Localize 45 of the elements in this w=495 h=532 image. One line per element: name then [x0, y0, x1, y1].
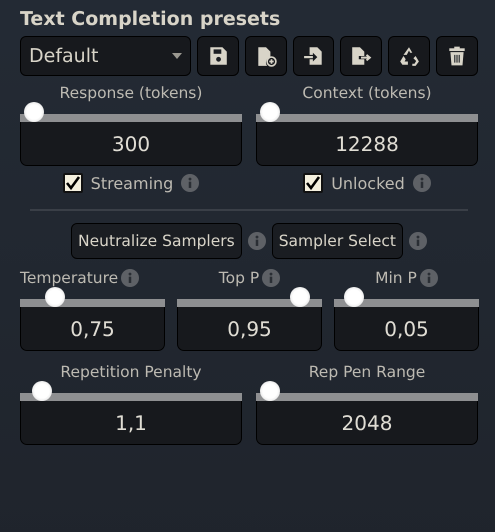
number-field[interactable]: 0,75 — [20, 307, 165, 351]
preset-dropdown[interactable]: Default — [20, 36, 191, 76]
info-icon[interactable] — [408, 232, 427, 250]
info-icon[interactable] — [121, 269, 140, 287]
file-export-button[interactable] — [340, 36, 382, 76]
slider-thumb[interactable] — [344, 287, 364, 307]
trash-button[interactable] — [436, 36, 478, 76]
sampler-button[interactable]: Neutralize Samplers — [71, 223, 242, 259]
slider-label: Top P — [218, 269, 260, 287]
file-plus-button[interactable] — [244, 36, 287, 76]
info-icon[interactable] — [412, 174, 431, 192]
number-field[interactable]: 1,1 — [20, 401, 242, 445]
number-field[interactable]: 300 — [20, 122, 242, 166]
number-field[interactable]: 0,95 — [177, 307, 322, 351]
checkbox[interactable] — [62, 173, 83, 193]
checkbox-label: Unlocked — [331, 174, 405, 192]
slider-thumb[interactable] — [260, 381, 280, 401]
slider-label: Context (tokens) — [302, 84, 432, 102]
number-field[interactable]: 12288 — [256, 122, 478, 166]
caret-icon — [172, 53, 182, 59]
info-icon[interactable] — [181, 174, 200, 192]
slider-thumb[interactable] — [260, 102, 280, 122]
slider-label: Min P — [375, 269, 417, 287]
checkbox[interactable] — [303, 173, 324, 193]
slider-label: Rep Pen Range — [308, 363, 426, 381]
slider-label: Repetition Penalty — [60, 363, 202, 381]
recycle-icon — [398, 45, 420, 67]
slider-label: Response (tokens) — [60, 84, 202, 102]
slider-label: Temperature — [20, 269, 118, 287]
info-icon[interactable] — [248, 232, 266, 250]
panel-title: Text Completion presets — [20, 8, 280, 30]
info-icon[interactable] — [262, 269, 280, 287]
slider-thumb[interactable] — [290, 287, 310, 307]
file-import-button[interactable] — [292, 36, 334, 76]
info-icon[interactable] — [420, 269, 438, 287]
sampler-button[interactable]: Sampler Select — [272, 223, 403, 259]
recycle-button[interactable] — [388, 36, 430, 76]
number-field[interactable]: 2048 — [256, 401, 478, 445]
slider-thumb[interactable] — [24, 102, 44, 122]
slider-thumb[interactable] — [32, 381, 52, 401]
save-button[interactable] — [197, 36, 239, 76]
number-field[interactable]: 0,05 — [334, 307, 479, 351]
checkbox-label: Streaming — [90, 174, 174, 192]
file-export-icon — [350, 45, 372, 67]
slider-thumb[interactable] — [45, 287, 65, 307]
